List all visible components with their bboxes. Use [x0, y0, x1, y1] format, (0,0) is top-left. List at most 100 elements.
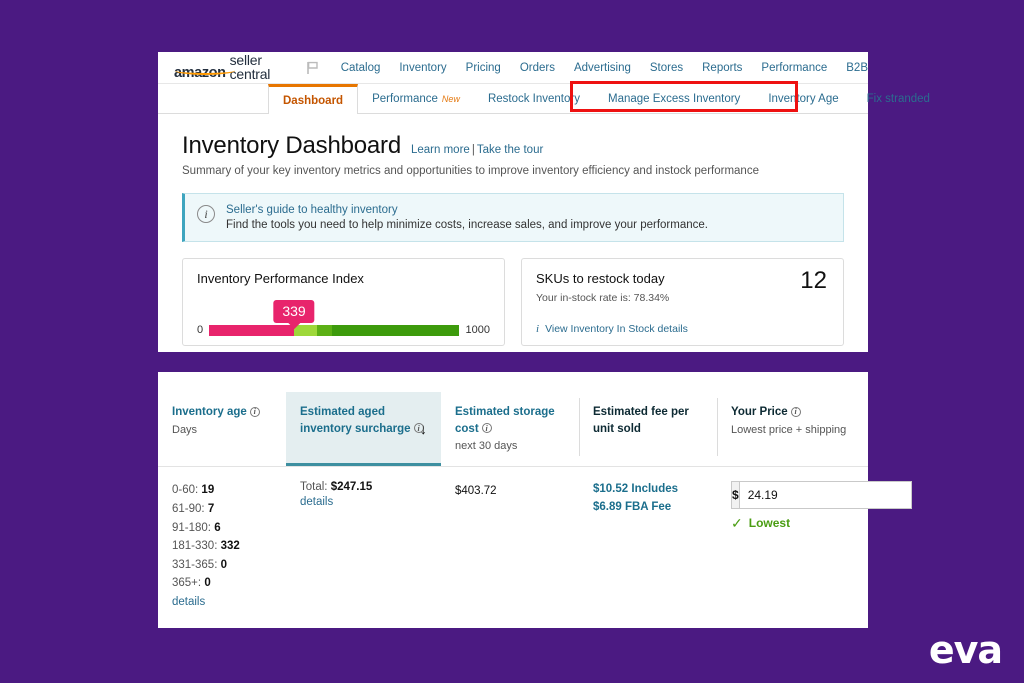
aged-surcharge-total: Total: $247.15 — [300, 481, 427, 493]
ipi-gauge-segment-medium-green — [316, 324, 332, 336]
take-the-tour-link[interactable]: Take the tour — [477, 144, 543, 156]
amazon-wordmark: amazon — [174, 65, 226, 81]
nav-item-orders[interactable]: Orders — [520, 62, 555, 74]
cell-inventory-age: 0-60: 19 61-90: 7 91-180: 6 181-330: 332… — [158, 467, 286, 611]
column-header-inventory-age[interactable]: Inventory age i Days — [158, 392, 286, 466]
column-header-your-price: Your Price i Lowest price + shipping — [717, 392, 868, 466]
age-bucket-value: 332 — [220, 540, 240, 553]
cell-estimated-storage-cost: $403.72 — [441, 467, 579, 611]
age-bucket-331-365: 331-365: 0 — [172, 556, 272, 575]
age-bucket-label: 0-60: — [172, 484, 199, 497]
info-icon[interactable]: i — [790, 406, 801, 417]
info-icon: i — [536, 323, 540, 335]
column-sub-storage-cost: next 30 days — [455, 440, 518, 453]
amazon-seller-central-logo[interactable]: amazon seller central — [174, 53, 291, 83]
eva-watermark-logo: eva — [928, 628, 1003, 672]
cell-your-price: $ ✓ Lowest — [717, 467, 912, 611]
banner-title-link[interactable]: Seller's guide to healthy inventory — [226, 204, 708, 216]
inventory-table-panel: Inventory age i Days Estimated aged inven… — [158, 372, 912, 628]
age-bucket-label: 365+: — [172, 577, 202, 590]
tab-restock-inventory[interactable]: Restock Inventory — [474, 84, 594, 113]
fee-per-unit-line-2: $6.89 FBA Fee — [593, 500, 672, 513]
cell-estimated-fee-per-unit: $10.52 Includes $6.89 FBA Fee — [579, 467, 717, 611]
tab-manage-excess-inventory[interactable]: Manage Excess Inventory — [594, 84, 754, 113]
tab-inventory-age-label: Inventory Age — [768, 92, 839, 105]
view-inventory-in-stock-details-link[interactable]: View Inventory In Stock details — [545, 323, 688, 335]
column-header-estimated-aged-inventory-surcharge[interactable]: Estimated aged inventory surcharge i ↓ — [286, 392, 441, 467]
banner-description: Find the tools you need to help minimize… — [226, 219, 708, 231]
tab-performance-label: Performance — [372, 92, 438, 105]
flag-icon[interactable] — [305, 60, 321, 76]
inventory-sub-tabs: Dashboard Performance New Restock Invent… — [158, 81, 930, 114]
restock-card-link-row[interactable]: i View Inventory In Stock details — [536, 323, 688, 335]
nav-item-pricing[interactable]: Pricing — [466, 62, 501, 74]
age-bucket-0-60: 0-60: 19 — [172, 481, 272, 500]
tab-restock-inventory-label: Restock Inventory — [487, 92, 580, 105]
currency-prefix: $ — [731, 481, 739, 510]
nav-item-inventory[interactable]: Inventory — [399, 62, 446, 74]
restock-count: 12 — [800, 267, 827, 294]
fee-per-unit-line-1: $10.52 Includes — [593, 483, 679, 496]
page-header: Inventory Dashboard Learn more | Take the … — [158, 114, 868, 177]
aged-surcharge-total-label: Total: — [300, 481, 328, 494]
page-title: Inventory Dashboard — [182, 132, 401, 159]
inventory-performance-index-card: Inventory Performance Index 0 339 1000 — [182, 258, 505, 346]
column-header-estimated-fee-per-unit-sold: Estimated fee per unit sold — [579, 392, 717, 466]
nav-item-b2b[interactable]: B2B — [846, 62, 868, 74]
column-label: Your Price — [731, 406, 788, 418]
ipi-score-marker: 339 — [273, 299, 315, 323]
nav-item-catalog[interactable]: Catalog — [341, 62, 381, 74]
age-bucket-value: 19 — [201, 484, 215, 497]
ipi-gauge-segment-red — [209, 324, 294, 336]
ipi-gauge-min-label: 0 — [197, 324, 204, 336]
age-bucket-value: 0 — [204, 577, 211, 590]
price-input[interactable] — [738, 481, 912, 510]
age-bucket-181-330: 181-330: 332 — [172, 537, 272, 556]
age-bucket-91-180: 91-180: 6 — [172, 519, 272, 538]
aged-surcharge-total-value: $247.15 — [330, 481, 373, 494]
column-header-estimated-storage-cost[interactable]: Estimated storage cost i next 30 days — [441, 392, 579, 466]
info-icon[interactable]: i — [481, 423, 492, 434]
column-label: Inventory age — [172, 406, 247, 418]
tab-manage-excess-inventory-label: Manage Excess Inventory — [607, 92, 741, 105]
storage-cost-value: $403.72 — [455, 485, 497, 498]
column-sub-your-price: Lowest price + shipping — [731, 423, 847, 436]
aged-surcharge-details-link[interactable]: details — [300, 493, 427, 512]
nav-item-advertising[interactable]: Advertising — [574, 62, 631, 74]
ipi-gauge-segment-green — [331, 324, 460, 336]
page-title-row: Inventory Dashboard Learn more | Take the … — [182, 132, 844, 160]
banner-body: Seller's guide to healthy inventory Find… — [226, 204, 708, 231]
info-icon: i — [197, 205, 215, 223]
inventory-age-details-link[interactable]: details — [172, 593, 272, 612]
nav-item-stores[interactable]: Stores — [650, 62, 683, 74]
age-bucket-value: 6 — [214, 521, 221, 534]
column-sub-inventory-age: Days — [172, 423, 198, 436]
age-bucket-value: 7 — [207, 502, 215, 515]
age-bucket-61-90: 61-90: 7 — [172, 500, 272, 519]
price-input-group[interactable]: $ — [731, 481, 912, 510]
check-icon: ✓ — [731, 515, 743, 532]
page-header-links: Learn more | Take the tour — [411, 144, 543, 156]
global-nav-items: Catalog Inventory Pricing Orders Adverti… — [341, 62, 868, 74]
tab-dashboard[interactable]: Dashboard — [268, 84, 359, 114]
instock-rate-text: Your in-stock rate is: 78.34% — [536, 292, 670, 304]
sort-descending-arrow-icon[interactable]: ↓ — [420, 422, 428, 437]
learn-more-link[interactable]: Learn more — [411, 144, 470, 156]
nav-item-performance[interactable]: Performance — [761, 62, 827, 74]
table-header-row: Inventory age i Days Estimated aged inven… — [158, 372, 868, 468]
tab-performance[interactable]: Performance New — [358, 84, 474, 113]
nav-item-reports[interactable]: Reports — [702, 62, 742, 74]
tab-fix-stranded-label: Fix stranded — [866, 92, 930, 105]
link-separator: | — [471, 144, 475, 156]
info-icon[interactable]: i — [249, 406, 260, 417]
tab-inventory-age[interactable]: Inventory Age — [754, 84, 852, 113]
column-title-fee-per-unit: Estimated fee per unit sold — [593, 404, 703, 437]
lowest-price-status: ✓ Lowest — [731, 516, 854, 530]
restock-card-title: SKUs to restock today — [536, 271, 665, 286]
column-label: Estimated storage cost — [455, 406, 555, 435]
tab-fix-stranded[interactable]: Fix stranded — [853, 84, 944, 113]
age-bucket-label: 181-330: — [172, 540, 218, 553]
ipi-gauge-track: 339 — [209, 299, 460, 336]
column-title-storage-cost: Estimated storage cost i — [455, 404, 565, 437]
column-label: Estimated aged inventory surcharge — [300, 406, 411, 435]
